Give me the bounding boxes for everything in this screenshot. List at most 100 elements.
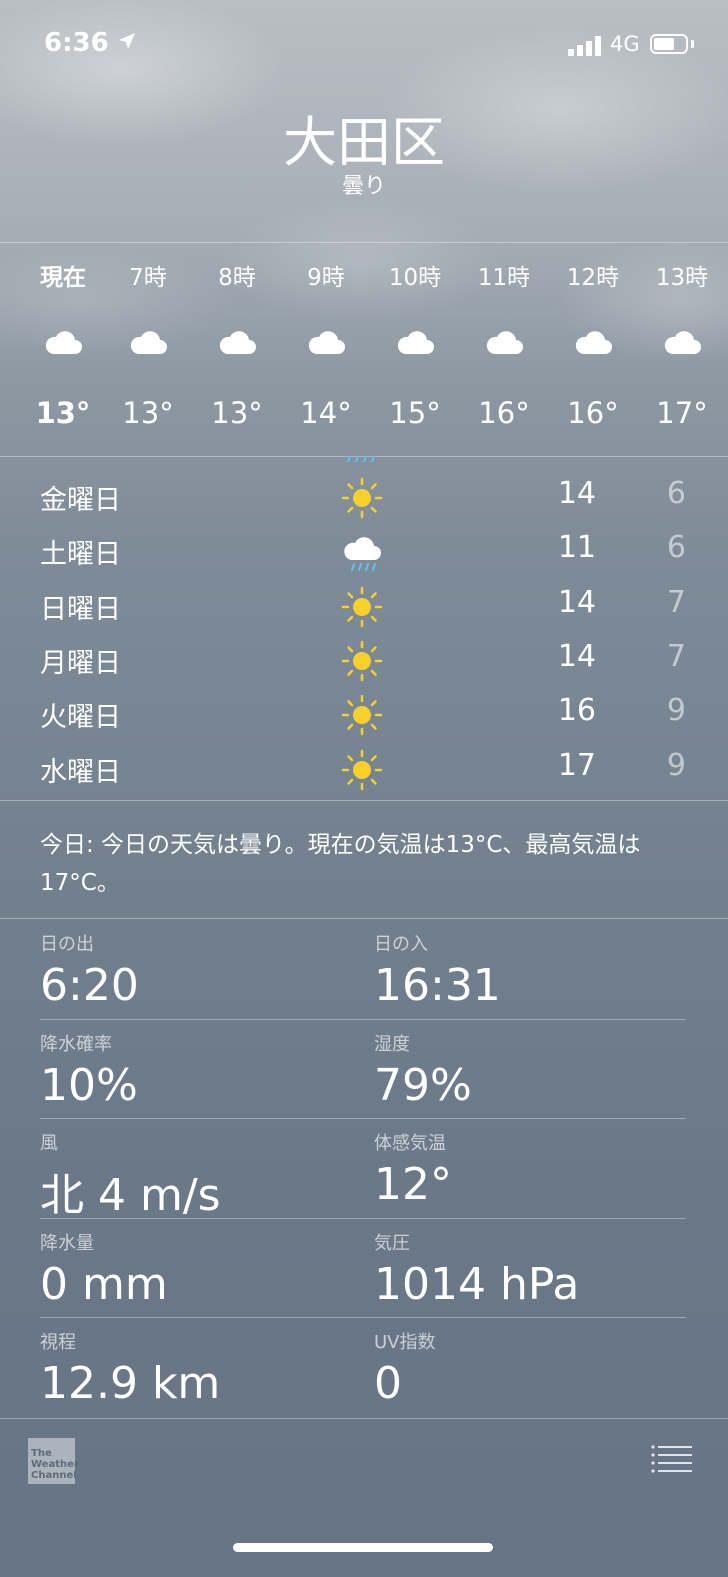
day-low: 9 xyxy=(666,748,686,783)
humidity-cell: 湿度 79% xyxy=(374,1030,472,1111)
day-high: 16 xyxy=(557,693,596,728)
detail-value: 0 mm xyxy=(40,1259,168,1310)
hour-temp: 16° xyxy=(567,396,619,430)
detail-label: 日の出 xyxy=(40,934,94,955)
cloud-icon xyxy=(219,331,256,354)
day-high: 17 xyxy=(557,748,596,783)
hour-temp: 13° xyxy=(122,396,174,430)
detail-value: 79% xyxy=(374,1060,472,1111)
day-high: 14 xyxy=(557,585,596,620)
day-high: 14 xyxy=(557,639,596,674)
day-row: 金曜日 14 6 xyxy=(0,470,728,524)
day-name: 金曜日 xyxy=(40,485,121,516)
day-name: 火曜日 xyxy=(40,702,121,733)
hourly-forecast[interactable]: 現在 13° 7時 13° 8時 13° 9時 14° 10時 15° 11時 … xyxy=(0,244,728,456)
cloud-icon xyxy=(308,331,345,354)
detail-row: 視程 12.9 km UV指数 0 xyxy=(0,1320,728,1420)
hour-temp: 13° xyxy=(35,396,91,430)
divider xyxy=(0,1418,728,1419)
detail-value: 6:20 xyxy=(40,960,139,1011)
hour-temp: 13° xyxy=(211,396,263,430)
sun-icon xyxy=(341,694,383,736)
cloud-icon xyxy=(575,331,612,354)
detail-label: UV指数 xyxy=(374,1332,436,1353)
hour-temp: 17° xyxy=(656,396,708,430)
detail-label: 湿度 xyxy=(374,1034,410,1055)
sun-icon xyxy=(341,749,383,791)
cloud-icon xyxy=(664,331,701,354)
sunrise-cell: 日の出 6:20 xyxy=(40,930,139,1011)
day-low: 9 xyxy=(666,693,686,728)
day-name: 月曜日 xyxy=(40,648,121,679)
divider xyxy=(40,1118,686,1119)
divider xyxy=(0,242,728,243)
day-high: 14 xyxy=(557,476,596,511)
divider xyxy=(40,1218,686,1219)
day-name: 水曜日 xyxy=(40,757,121,788)
day-name: 日曜日 xyxy=(40,594,121,625)
hour-label: 7時 xyxy=(129,265,167,291)
detail-value: 10% xyxy=(40,1060,138,1111)
logo-text: The Weather Channel xyxy=(31,1448,79,1481)
status-time: 6:36 xyxy=(44,28,109,58)
sun-icon xyxy=(341,477,383,519)
divider xyxy=(40,1019,686,1020)
detail-row: 日の出 6:20 日の入 16:31 xyxy=(0,922,728,1022)
precip-amount-cell: 降水量 0 mm xyxy=(40,1229,168,1310)
detail-label: 気圧 xyxy=(374,1233,410,1254)
day-low: 7 xyxy=(666,639,686,674)
hour-temp: 16° xyxy=(478,396,530,430)
battery-icon xyxy=(650,34,688,54)
detail-value: 12.9 km xyxy=(40,1358,221,1409)
hour-label: 13時 xyxy=(655,265,709,291)
detail-value: 北 4 m/s xyxy=(40,1170,221,1221)
city-name: 大田区 xyxy=(283,111,445,174)
cellular-signal-icon xyxy=(568,34,602,56)
detail-label: 日の入 xyxy=(374,934,428,955)
sun-icon xyxy=(341,640,383,682)
day-high: 11 xyxy=(557,530,596,565)
day-row: 土曜日 11 6 xyxy=(0,524,728,578)
cloud-icon xyxy=(486,331,523,354)
hour-label: 11時 xyxy=(477,265,531,291)
weather-channel-logo[interactable]: The Weather Channel xyxy=(28,1438,79,1484)
hour-label: 9時 xyxy=(307,265,345,291)
status-bar: 6:36 4G xyxy=(0,0,728,90)
day-name: 土曜日 xyxy=(40,539,121,570)
detail-value: 12° xyxy=(374,1159,452,1210)
hour-label: 現在 xyxy=(40,265,86,291)
detail-row: 降水量 0 mm 気圧 1014 hPa xyxy=(0,1221,728,1321)
hour-temp: 14° xyxy=(300,396,352,430)
detail-label: 体感気温 xyxy=(374,1133,446,1154)
feels-like-cell: 体感気温 12° xyxy=(374,1129,452,1210)
divider xyxy=(0,800,728,801)
cloud-icon xyxy=(45,331,82,354)
hour-temp: 15° xyxy=(389,396,441,430)
network-type: 4G xyxy=(610,32,640,56)
day-row: 火曜日 16 9 xyxy=(0,687,728,741)
detail-label: 視程 xyxy=(40,1332,76,1353)
sun-icon xyxy=(341,586,383,628)
detail-label: 降水確率 xyxy=(40,1034,112,1055)
list-icon[interactable] xyxy=(650,1444,694,1474)
rain-drops-icon xyxy=(347,455,375,463)
wind-cell: 風 北 4 m/s xyxy=(40,1129,221,1223)
divider xyxy=(0,918,728,919)
location-arrow-icon xyxy=(119,33,135,49)
cloud-rain-icon xyxy=(344,537,381,571)
detail-value: 0 xyxy=(374,1358,402,1409)
divider xyxy=(40,1317,686,1318)
hour-label: 8時 xyxy=(218,265,256,291)
hour-label: 12時 xyxy=(566,265,620,291)
detail-label: 風 xyxy=(40,1133,58,1154)
day-low: 7 xyxy=(666,585,686,620)
hour-label: 10時 xyxy=(388,265,442,291)
day-row: 水曜日 17 9 xyxy=(0,742,728,796)
sunset-cell: 日の入 16:31 xyxy=(374,930,501,1011)
day-row: 月曜日 14 7 xyxy=(0,633,728,687)
detail-row: 降水確率 10% 湿度 79% xyxy=(0,1022,728,1122)
detail-label: 降水量 xyxy=(40,1233,94,1254)
home-indicator[interactable] xyxy=(233,1543,493,1552)
cloud-icon xyxy=(130,331,167,354)
visibility-cell: 視程 12.9 km xyxy=(40,1328,220,1409)
